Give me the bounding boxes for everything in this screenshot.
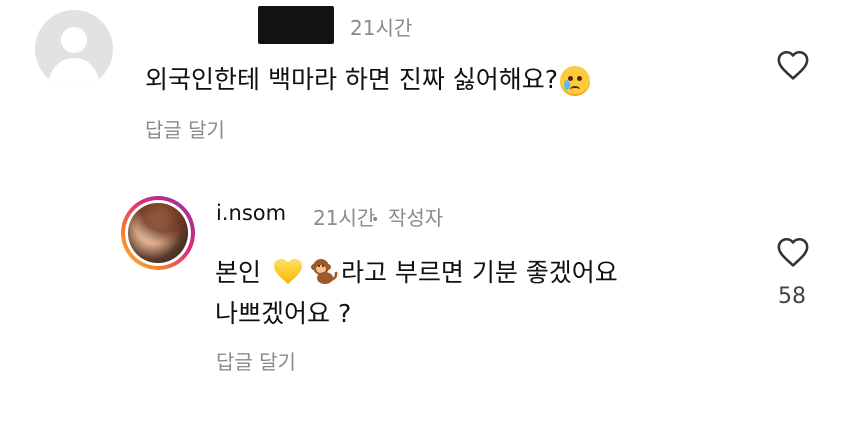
- avatar-body-shape: [49, 58, 99, 88]
- heart-outline-icon[interactable]: [776, 49, 810, 81]
- reply-button[interactable]: 답글 달기: [216, 346, 296, 375]
- separator-dot: •: [371, 212, 380, 228]
- comment-text-body: 외국인한테 백마라 하면 진짜 싫어해요?: [145, 65, 559, 94]
- comment-text-suffix: 라고 부르면 기분 좋겠어요: [340, 258, 618, 287]
- comment-text-line-2: 나쁘겠어요 ?: [215, 299, 352, 328]
- comment-text: 외국인한테 백마라 하면 진짜 싫어해요?: [145, 60, 592, 96]
- reply-button[interactable]: 답글 달기: [145, 114, 225, 143]
- avatar-photo-shading: [128, 203, 188, 263]
- username-link[interactable]: i.nsom: [216, 201, 286, 225]
- avatar-head-shape: [61, 27, 87, 53]
- avatar-photo: [128, 203, 188, 263]
- default-avatar[interactable]: [35, 10, 113, 88]
- comment-timestamp: 21시간: [350, 16, 413, 40]
- crying-face-icon: [560, 66, 591, 96]
- comment-timestamp: 21시간: [313, 206, 376, 230]
- author-badge: 작성자: [388, 206, 444, 230]
- monkey-icon: [310, 259, 338, 284]
- heart-outline-icon[interactable]: [776, 236, 810, 268]
- redacted-username: [258, 6, 334, 44]
- comment-text-line-1: 본인 라고 부르면 기분 좋겠어요: [215, 253, 618, 289]
- yellow-heart-icon: [273, 259, 302, 284]
- comment-thread: 21시간 외국인한테 백마라 하면 진짜 싫어해요? 답글 달기 i.nsom …: [0, 0, 854, 421]
- comment-text-prefix: 본인: [215, 258, 269, 287]
- like-count: 58: [778, 284, 806, 309]
- author-avatar[interactable]: [121, 196, 195, 270]
